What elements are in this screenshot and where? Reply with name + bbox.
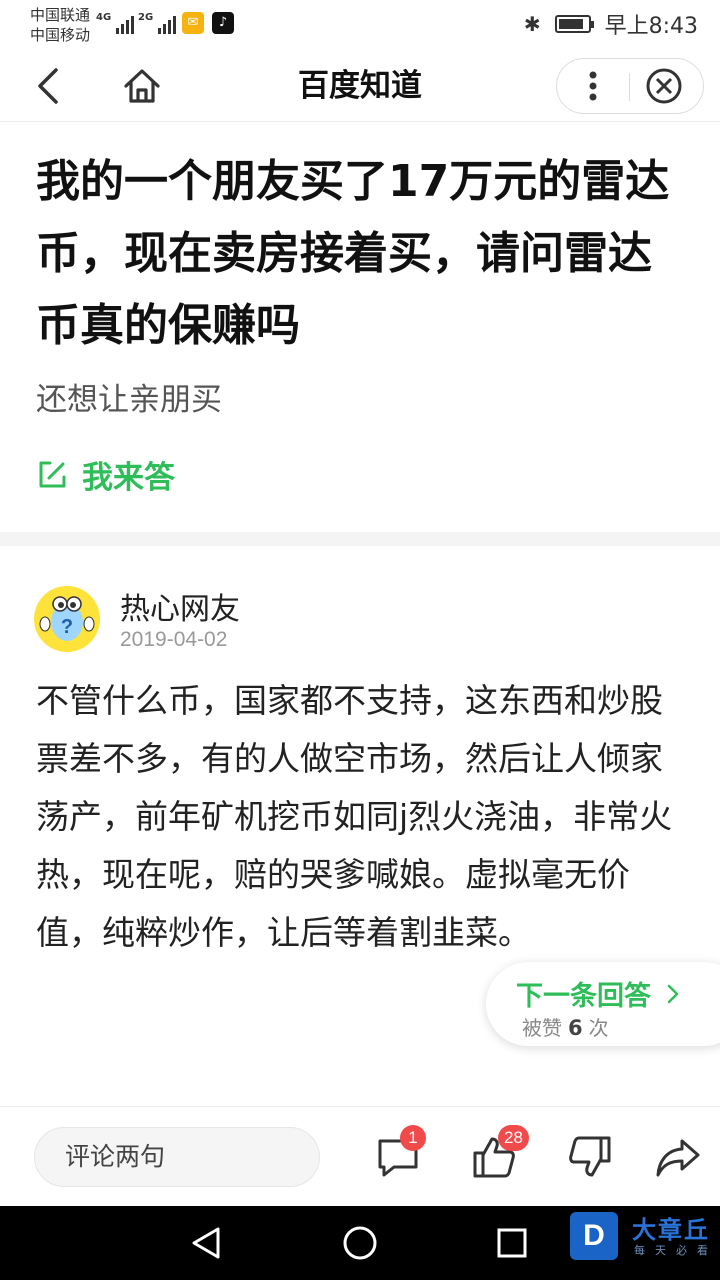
avatar[interactable]: ? <box>34 586 100 652</box>
answer-button-label: 我来答 <box>82 460 175 496</box>
system-navigation-bar: D 大章丘 每天必看 <box>0 1206 720 1280</box>
more-button[interactable] <box>557 59 629 113</box>
square-recents-icon <box>497 1228 527 1258</box>
edit-icon <box>39 461 66 487</box>
carrier-info: 中国联通 中国移动 <box>30 5 90 45</box>
top-nav-bar: 百度知道 <box>0 50 720 122</box>
dislike-button[interactable] <box>566 1133 614 1181</box>
thumbs-down-icon <box>569 1136 611 1177</box>
watermark-slogan: 每天必看 <box>634 1244 718 1257</box>
close-icon <box>646 68 682 104</box>
share-button[interactable] <box>654 1133 702 1181</box>
answer-body: 不管什么币，国家都不支持，这东西和炒股票差不多，有的人做空市场，然后让人倾家荡产… <box>36 681 673 952</box>
like-count-badge: 28 <box>498 1125 529 1151</box>
answer-question-button[interactable]: 我来答 <box>36 452 175 497</box>
next-answer-likes: 被赞 6 次 <box>522 1016 609 1040</box>
signal-icon: 2G <box>138 12 177 34</box>
comment-input[interactable]: 评论两句 <box>34 1127 320 1187</box>
bottom-action-bar: 评论两句 1 28 <box>0 1106 720 1206</box>
more-icon <box>589 71 597 101</box>
system-back-button[interactable] <box>188 1225 224 1261</box>
comment-button[interactable]: 1 <box>374 1125 426 1181</box>
watermark-logo: D <box>570 1212 618 1260</box>
carrier-1: 中国联通 <box>30 6 91 24</box>
section-divider <box>0 532 720 546</box>
question-description: 还想让亲朋买 <box>36 382 222 418</box>
like-button[interactable]: 28 <box>470 1125 529 1181</box>
system-home-button[interactable] <box>342 1225 378 1261</box>
battery-icon <box>554 15 594 33</box>
triangle-back-icon <box>192 1227 220 1259</box>
system-recents-button[interactable] <box>494 1225 530 1261</box>
svg-text:?: ? <box>61 616 73 638</box>
mini-program-capsule <box>556 58 704 114</box>
mail-app-icon: ✉ <box>182 12 204 34</box>
back-icon <box>38 68 58 104</box>
signal-icon: 4G <box>96 12 135 34</box>
bluetooth-icon: ✱ <box>523 12 541 36</box>
comment-count-badge: 1 <box>400 1125 426 1151</box>
home-icon <box>124 69 160 103</box>
back-button[interactable] <box>30 64 70 108</box>
next-answer-label: 下一条回答 <box>516 981 651 1012</box>
answerer-name[interactable]: 热心网友 <box>120 584 240 628</box>
share-icon <box>656 1139 700 1177</box>
carrier-2: 中国移动 <box>30 26 91 44</box>
tiktok-app-icon: ♪ <box>212 12 234 34</box>
question-mascot-icon: ? <box>37 589 97 649</box>
watermark-name: 大章丘 <box>632 1216 710 1244</box>
circle-home-icon <box>343 1226 377 1260</box>
capsule-divider <box>629 73 630 101</box>
likes-count: 6 <box>568 1016 583 1040</box>
close-button[interactable] <box>637 59 703 113</box>
status-time: 早上8:43 <box>604 14 698 39</box>
watermark: D 大章丘 每天必看 <box>570 1208 720 1278</box>
home-button[interactable] <box>120 64 164 108</box>
answer-date: 2019-04-02 <box>120 628 228 651</box>
next-answer-button[interactable]: 下一条回答 被赞 6 次 <box>486 962 720 1046</box>
status-bar: 中国联通 中国移动 4G 2G ✉ ♪ ✱ 早上8:43 <box>0 0 720 50</box>
question-title: 我的一个朋友买了17万元的雷达币，现在卖房接着买，请问雷达币真的保赚吗 <box>36 156 670 351</box>
chevron-right-icon <box>667 984 679 1004</box>
